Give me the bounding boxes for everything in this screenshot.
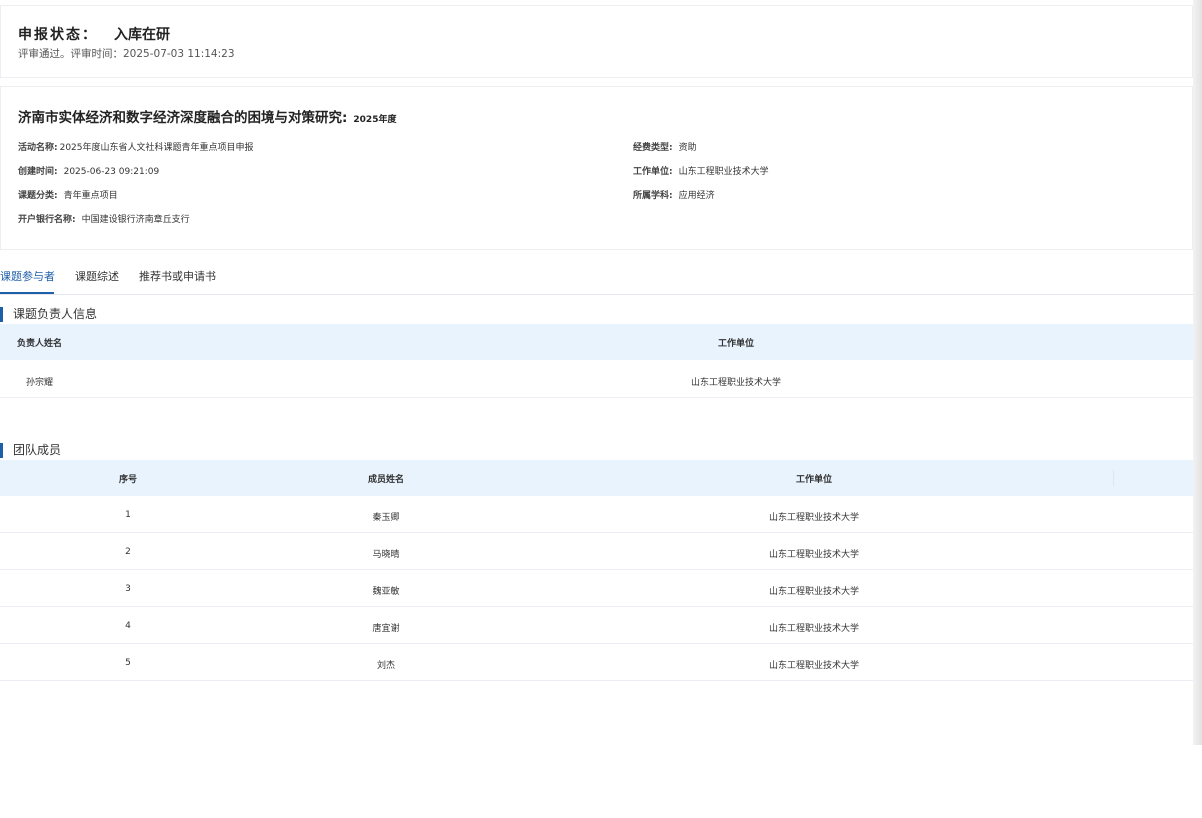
member-name: 刘杰 (376, 661, 396, 671)
member-unit: 山东工程职业技术大学 (768, 624, 860, 634)
status-row: 申报状态： 入库在研 (18, 24, 170, 44)
activity-label: 活动名称: (18, 143, 58, 153)
leader-unit-column-header[interactable]: 工作单位 (718, 336, 754, 349)
leader-section-title: 课题负责人信息 (0, 307, 97, 322)
status-value: 入库在研 (114, 27, 170, 43)
table-row: 3 魏亚敏 山东工程职业技术大学 (0, 570, 1193, 607)
active-tab-indicator (0, 292, 54, 294)
member-unit: 山东工程职业技术大学 (768, 513, 860, 523)
review-info: 评审通过。评审时间：2025-07-03 11:14:23 (18, 48, 235, 60)
leader-name-column-header[interactable]: 负责人姓名 (17, 336, 62, 349)
member-no: 2 (125, 547, 131, 557)
activity-value: 2025年度山东省人文社科课题青年重点项目申报 (59, 143, 254, 153)
status-card: 申报状态： 入库在研 评审通过。评审时间：2025-07-03 11:14:23 (0, 5, 1193, 78)
table-row: 1 秦玉卿 山东工程职业技术大学 (0, 496, 1193, 533)
funding-type-value: 资助 (678, 143, 697, 153)
discipline-label: 所属学科: (633, 191, 673, 201)
project-info-card: 济南市实体经济和数字经济深度融合的困境与对策研究: 2025年度 活动名称: 202… (0, 86, 1193, 250)
member-no: 5 (125, 658, 131, 668)
detail-tabs: 课题参与者 课题综述 推荐书或申请书 (0, 260, 1193, 295)
member-name: 唐宜谢 (372, 624, 400, 634)
discipline-value: 应用经济 (678, 191, 715, 201)
project-title: 济南市实体经济和数字经济深度融合的困境与对策研究: 2025年度 (18, 106, 396, 126)
table-row: 5 刘杰 山东工程职业技术大学 (0, 644, 1193, 681)
member-no: 4 (125, 621, 131, 631)
funding-type-label: 经费类型: (633, 143, 673, 153)
table-row: 2 马晓晴 山东工程职业技术大学 (0, 533, 1193, 570)
tab-recommendation[interactable]: 推荐书或申请书 (139, 268, 216, 284)
project-title-text: 济南市实体经济和数字经济深度融合的困境与对策研究: (18, 110, 348, 126)
member-unit: 山东工程职业技术大学 (768, 587, 860, 597)
status-label: 申报状态： (18, 27, 98, 43)
member-name: 魏亚敏 (372, 587, 400, 597)
category-field: 课题分类: 青年重点项目 (18, 188, 118, 201)
team-unit-column-header[interactable]: 工作单位 (796, 472, 832, 485)
leader-unit: 山东工程职业技术大学 (690, 378, 782, 388)
leader-table-header: 负责人姓名 工作单位 (0, 324, 1193, 360)
created-time-value: 2025-06-23 09:21:09 (63, 167, 160, 177)
bank-field: 开户银行名称: 中国建设银行济南章丘支行 (18, 212, 190, 225)
tab-overview[interactable]: 课题综述 (75, 268, 119, 284)
discipline-field: 所属学科: 应用经济 (633, 188, 715, 201)
activity-field: 活动名称: 2025年度山东省人文社科课题青年重点项目申报 (18, 140, 254, 153)
created-time-label: 创建时间: (18, 167, 58, 177)
bank-value: 中国建设银行济南章丘支行 (81, 215, 190, 225)
member-name: 秦玉卿 (372, 513, 400, 523)
team-no-column-header[interactable]: 序号 (119, 472, 137, 485)
table-row: 孙宗耀 山东工程职业技术大学 (0, 361, 1193, 398)
created-time-field: 创建时间: 2025-06-23 09:21:09 (18, 164, 159, 177)
team-name-column-header[interactable]: 成员姓名 (368, 472, 404, 485)
work-unit-value: 山东工程职业技术大学 (678, 167, 769, 177)
table-row: 4 唐宜谢 山东工程职业技术大学 (0, 607, 1193, 644)
member-no: 3 (125, 584, 131, 594)
work-unit-field: 工作单位: 山东工程职业技术大学 (633, 164, 769, 177)
category-label: 课题分类: (18, 191, 58, 201)
category-value: 青年重点项目 (63, 191, 118, 201)
column-divider[interactable] (1113, 470, 1114, 486)
work-unit-label: 工作单位: (633, 167, 673, 177)
bank-label: 开户银行名称: (18, 215, 76, 225)
team-section-title: 团队成员 (0, 443, 61, 458)
member-no: 1 (125, 510, 131, 520)
page-scrollbar[interactable] (1193, 0, 1202, 745)
member-unit: 山东工程职业技术大学 (768, 550, 860, 560)
member-name: 马晓晴 (372, 550, 400, 560)
team-table-header: 序号 成员姓名 工作单位 (0, 460, 1193, 496)
member-unit: 山东工程职业技术大学 (768, 661, 860, 671)
tab-participants[interactable]: 课题参与者 (0, 268, 55, 284)
project-year: 2025年度 (353, 115, 397, 125)
leader-name: 孙宗耀 (26, 378, 54, 388)
funding-type-field: 经费类型: 资助 (633, 140, 697, 153)
